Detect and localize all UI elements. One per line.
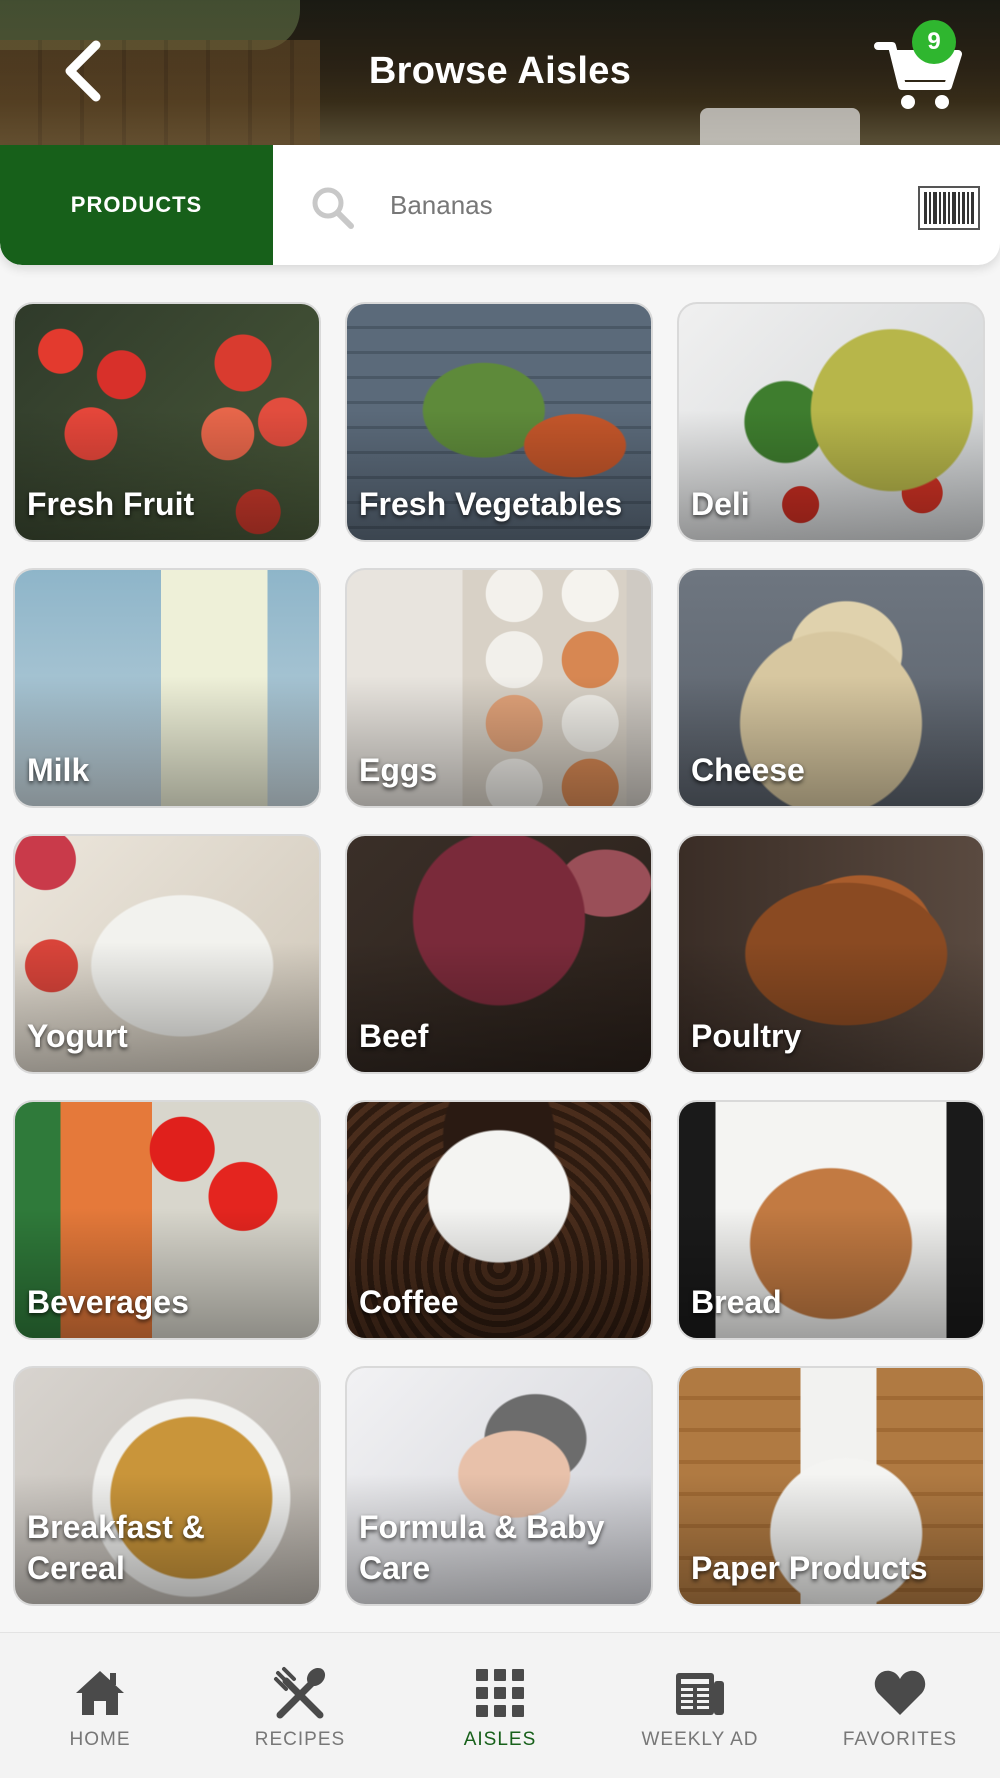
cart-count-badge: 9	[912, 20, 956, 64]
nav-label: WEEKLY AD	[641, 1729, 759, 1750]
aisle-label: Deli	[691, 486, 750, 523]
header-background-roll	[700, 108, 860, 146]
aisle-tile-paper-products[interactable]: Paper Products	[677, 1366, 985, 1606]
aisle-label: Cheese	[691, 752, 805, 789]
aisles-grid: Fresh Fruit Fresh Vegetables Deli Milk E…	[13, 302, 987, 1606]
aisle-tile-bread[interactable]: Bread	[677, 1100, 985, 1340]
page-title: Browse Aisles	[368, 50, 632, 92]
aisle-label: Coffee	[359, 1284, 459, 1321]
nav-label: RECIPES	[254, 1729, 346, 1750]
nav-recipes[interactable]: RECIPES	[200, 1633, 400, 1778]
aisle-tile-fresh-vegetables[interactable]: Fresh Vegetables	[345, 302, 653, 542]
nav-favorites[interactable]: FAVORITES	[800, 1633, 1000, 1778]
nav-aisles[interactable]: AISLES	[400, 1633, 600, 1778]
aisle-label: Beef	[359, 1018, 429, 1055]
barcode-scan-icon[interactable]	[918, 186, 980, 230]
nav-home[interactable]: HOME	[0, 1633, 200, 1778]
home-icon	[76, 1671, 124, 1715]
aisle-label: Bread	[691, 1284, 782, 1321]
aisle-label: Paper Products	[691, 1550, 928, 1587]
products-tab[interactable]: PRODUCTS	[0, 145, 273, 265]
utensils-icon	[274, 1667, 326, 1719]
aisle-label: Beverages	[27, 1284, 189, 1321]
grid-icon	[476, 1669, 524, 1717]
aisle-tile-formula-baby-care[interactable]: Formula & Baby Care	[345, 1366, 653, 1606]
aisle-label: Fresh Vegetables	[359, 486, 623, 523]
nav-label: FAVORITES	[842, 1729, 958, 1750]
aisle-label: Yogurt	[27, 1018, 128, 1055]
aisle-label: Eggs	[359, 752, 438, 789]
aisle-tile-poultry[interactable]: Poultry	[677, 834, 985, 1074]
aisle-label: Milk	[27, 752, 90, 789]
bottom-nav: HOME RECIPES AISLES WEEKLY AD FAVORITES	[0, 1632, 1000, 1778]
browse-aisles-screen: Browse Aisles 9 PRODUCTS Bananas Fresh F…	[0, 0, 1000, 1778]
aisle-label: Poultry	[691, 1018, 802, 1055]
heart-icon	[874, 1670, 926, 1715]
nav-weekly-ad[interactable]: WEEKLY AD	[600, 1633, 800, 1778]
aisle-tile-deli[interactable]: Deli	[677, 302, 985, 542]
aisle-label: Breakfast & Cereal	[27, 1508, 205, 1587]
nav-label: HOME	[69, 1729, 131, 1750]
search-input[interactable]	[390, 175, 870, 235]
aisle-tile-beverages[interactable]: Beverages	[13, 1100, 321, 1340]
search-icon[interactable]	[310, 185, 356, 231]
header: Browse Aisles 9	[0, 0, 1000, 146]
aisle-tile-fresh-fruit[interactable]: Fresh Fruit	[13, 302, 321, 542]
aisle-tile-beef[interactable]: Beef	[345, 834, 653, 1074]
aisle-tile-breakfast-cereal[interactable]: Breakfast & Cereal	[13, 1366, 321, 1606]
newspaper-icon	[676, 1673, 724, 1715]
aisle-label: Fresh Fruit	[27, 486, 195, 523]
aisle-tile-eggs[interactable]: Eggs	[345, 568, 653, 808]
aisle-tile-coffee[interactable]: Coffee	[345, 1100, 653, 1340]
aisle-label: Formula & Baby Care	[359, 1508, 605, 1587]
aisle-tile-milk[interactable]: Milk	[13, 568, 321, 808]
nav-label: AISLES	[463, 1729, 537, 1750]
aisle-tile-yogurt[interactable]: Yogurt	[13, 834, 321, 1074]
search-bar: PRODUCTS	[0, 145, 1000, 265]
aisle-tile-cheese[interactable]: Cheese	[677, 568, 985, 808]
